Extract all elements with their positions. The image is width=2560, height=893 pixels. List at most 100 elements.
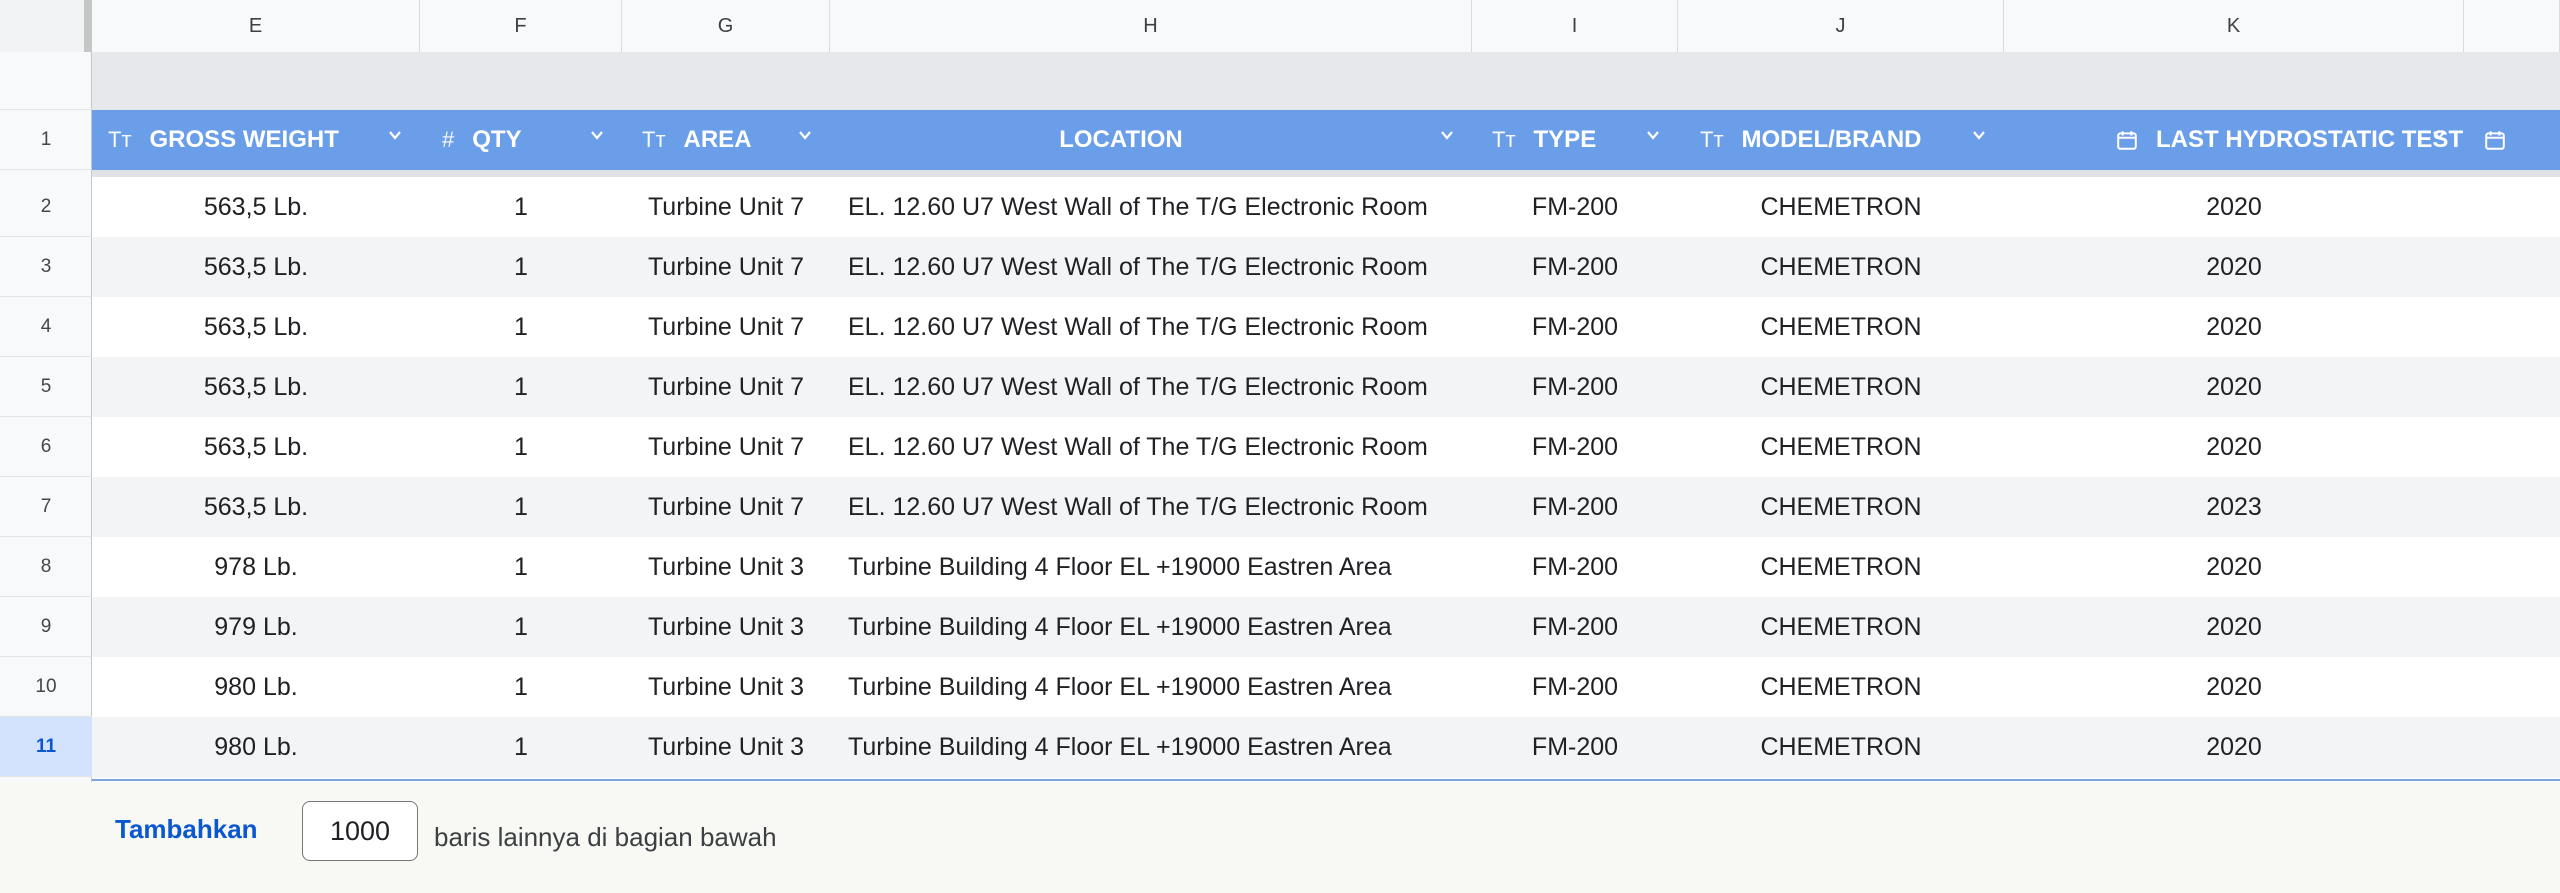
cell-model-brand[interactable]: CHEMETRON bbox=[1678, 237, 2004, 297]
header-gross-weight[interactable]: Tт GROSS WEIGHT bbox=[92, 110, 420, 170]
table-row[interactable]: 563,5 Lb. 1 Turbine Unit 7 EL. 12.60 U7 Wes… bbox=[92, 357, 2560, 417]
chevron-down-icon[interactable] bbox=[2432, 128, 2446, 142]
table-row[interactable]: 563,5 Lb. 1 Turbine Unit 7 EL. 12.60 U7 Wes… bbox=[92, 177, 2560, 237]
header-last-hydrostatic-test[interactable]: LAST HYDROSTATIC TEST bbox=[2004, 110, 2464, 170]
row-number[interactable]: 4 bbox=[0, 297, 92, 357]
row-number[interactable]: 3 bbox=[0, 237, 92, 297]
cell-last-hydrostatic-test[interactable]: 2020 bbox=[2004, 177, 2464, 237]
cell-location[interactable]: EL. 12.60 U7 West Wall of The T/G Electr… bbox=[830, 417, 1472, 477]
column-letter-k[interactable]: K bbox=[2004, 0, 2464, 52]
cell-type[interactable]: FM-200 bbox=[1472, 237, 1678, 297]
cell-area[interactable]: Turbine Unit 7 bbox=[622, 417, 830, 477]
header-qty[interactable]: # QTY bbox=[420, 110, 622, 170]
row-number[interactable]: 1 bbox=[0, 110, 92, 170]
table-row[interactable]: 978 Lb. 1 Turbine Unit 3 Turbine Building 4… bbox=[92, 537, 2560, 597]
column-letter-h[interactable]: H bbox=[830, 0, 1472, 52]
column-letter-g[interactable]: G bbox=[622, 0, 830, 52]
cell-area[interactable]: Turbine Unit 7 bbox=[622, 237, 830, 297]
column-letter-e[interactable]: E bbox=[92, 0, 420, 52]
cell-last-hydrostatic-test[interactable]: 2020 bbox=[2004, 657, 2464, 717]
cell-location[interactable]: Turbine Building 4 Floor EL +19000 Eastr… bbox=[830, 717, 1472, 777]
cell-gross-weight[interactable]: 978 Lb. bbox=[92, 537, 420, 597]
column-letter-j[interactable]: J bbox=[1678, 0, 2004, 52]
cell-qty[interactable]: 1 bbox=[420, 597, 622, 657]
cell-last-hydrostatic-test[interactable]: 2020 bbox=[2004, 357, 2464, 417]
cell-last-hydrostatic-test[interactable]: 2020 bbox=[2004, 597, 2464, 657]
table-row[interactable]: 980 Lb. 1 Turbine Unit 3 Turbine Building 4… bbox=[92, 717, 2560, 777]
cell-gross-weight[interactable]: 563,5 Lb. bbox=[92, 357, 420, 417]
cell-model-brand[interactable]: CHEMETRON bbox=[1678, 597, 2004, 657]
table-row[interactable]: 563,5 Lb. 1 Turbine Unit 7 EL. 12.60 U7 Wes… bbox=[92, 237, 2560, 297]
cell-location[interactable]: EL. 12.60 U7 West Wall of The T/G Electr… bbox=[830, 477, 1472, 537]
cell-area[interactable]: Turbine Unit 7 bbox=[622, 477, 830, 537]
cell-qty[interactable]: 1 bbox=[420, 717, 622, 777]
chevron-down-icon[interactable] bbox=[1972, 128, 1986, 142]
cell-type[interactable]: FM-200 bbox=[1472, 417, 1678, 477]
cell-qty[interactable]: 1 bbox=[420, 417, 622, 477]
cell-last-hydrostatic-test[interactable]: 2020 bbox=[2004, 237, 2464, 297]
row-number[interactable]: 10 bbox=[0, 657, 92, 717]
chevron-down-icon[interactable] bbox=[798, 128, 812, 142]
cell-gross-weight[interactable]: 980 Lb. bbox=[92, 657, 420, 717]
cell-last-hydrostatic-test[interactable]: 2020 bbox=[2004, 417, 2464, 477]
chevron-down-icon[interactable] bbox=[388, 128, 402, 142]
cell-model-brand[interactable]: CHEMETRON bbox=[1678, 417, 2004, 477]
cell-area[interactable]: Turbine Unit 3 bbox=[622, 537, 830, 597]
add-rows-button[interactable]: Tambahkan bbox=[115, 814, 258, 845]
cell-type[interactable]: FM-200 bbox=[1472, 357, 1678, 417]
column-letter-f[interactable]: F bbox=[420, 0, 622, 52]
chevron-down-icon[interactable] bbox=[1646, 128, 1660, 142]
table-row[interactable]: 563,5 Lb. 1 Turbine Unit 7 EL. 12.60 U7 Wes… bbox=[92, 477, 2560, 537]
cell-type[interactable]: FM-200 bbox=[1472, 597, 1678, 657]
cell-model-brand[interactable]: CHEMETRON bbox=[1678, 357, 2004, 417]
cell-type[interactable]: FM-200 bbox=[1472, 477, 1678, 537]
cell-qty[interactable]: 1 bbox=[420, 657, 622, 717]
cell-area[interactable]: Turbine Unit 3 bbox=[622, 657, 830, 717]
chevron-down-icon[interactable] bbox=[590, 128, 604, 142]
table-row[interactable]: 563,5 Lb. 1 Turbine Unit 7 EL. 12.60 U7 Wes… bbox=[92, 297, 2560, 357]
cell-model-brand[interactable]: CHEMETRON bbox=[1678, 297, 2004, 357]
cell-location[interactable]: EL. 12.60 U7 West Wall of The T/G Electr… bbox=[830, 237, 1472, 297]
cell-qty[interactable]: 1 bbox=[420, 177, 622, 237]
cell-gross-weight[interactable]: 563,5 Lb. bbox=[92, 417, 420, 477]
cell-qty[interactable]: 1 bbox=[420, 297, 622, 357]
cell-location[interactable]: EL. 12.60 U7 West Wall of The T/G Electr… bbox=[830, 297, 1472, 357]
table-row[interactable]: 563,5 Lb. 1 Turbine Unit 7 EL. 12.60 U7 Wes… bbox=[92, 417, 2560, 477]
row-number[interactable]: 6 bbox=[0, 417, 92, 477]
cell-area[interactable]: Turbine Unit 7 bbox=[622, 177, 830, 237]
table-row[interactable]: 980 Lb. 1 Turbine Unit 3 Turbine Building 4… bbox=[92, 657, 2560, 717]
row-number-blank[interactable] bbox=[0, 52, 92, 110]
cell-type[interactable]: FM-200 bbox=[1472, 177, 1678, 237]
cell-location[interactable]: Turbine Building 4 Floor EL +19000 Eastr… bbox=[830, 537, 1472, 597]
column-letter-next[interactable] bbox=[2464, 0, 2560, 52]
cell-last-hydrostatic-test[interactable]: 2020 bbox=[2004, 537, 2464, 597]
cell-type[interactable]: FM-200 bbox=[1472, 657, 1678, 717]
cell-area[interactable]: Turbine Unit 3 bbox=[622, 717, 830, 777]
header-area[interactable]: Tт AREA bbox=[622, 110, 830, 170]
column-letter-i[interactable]: I bbox=[1472, 0, 1678, 52]
chevron-down-icon[interactable] bbox=[1440, 128, 1454, 142]
cell-location[interactable]: Turbine Building 4 Floor EL +19000 Eastr… bbox=[830, 657, 1472, 717]
header-next-column[interactable] bbox=[2464, 110, 2560, 170]
cell-gross-weight[interactable]: 563,5 Lb. bbox=[92, 177, 420, 237]
cell-location[interactable]: Turbine Building 4 Floor EL +19000 Eastr… bbox=[830, 597, 1472, 657]
header-location[interactable]: LOCATION bbox=[830, 110, 1472, 170]
cell-gross-weight[interactable]: 563,5 Lb. bbox=[92, 237, 420, 297]
cell-type[interactable]: FM-200 bbox=[1472, 537, 1678, 597]
row-number[interactable]: 5 bbox=[0, 357, 92, 417]
cell-last-hydrostatic-test[interactable]: 2020 bbox=[2004, 297, 2464, 357]
cell-gross-weight[interactable]: 563,5 Lb. bbox=[92, 477, 420, 537]
cell-gross-weight[interactable]: 563,5 Lb. bbox=[92, 297, 420, 357]
cell-last-hydrostatic-test[interactable]: 2020 bbox=[2004, 717, 2464, 777]
header-type[interactable]: Tт TYPE bbox=[1472, 110, 1678, 170]
row-number[interactable]: 9 bbox=[0, 597, 92, 657]
add-rows-count-input[interactable] bbox=[302, 801, 418, 861]
cell-location[interactable]: EL. 12.60 U7 West Wall of The T/G Electr… bbox=[830, 357, 1472, 417]
row-number[interactable]: 8 bbox=[0, 537, 92, 597]
header-model-brand[interactable]: Tт MODEL/BRAND bbox=[1678, 110, 2004, 170]
cell-type[interactable]: FM-200 bbox=[1472, 297, 1678, 357]
table-row[interactable]: 979 Lb. 1 Turbine Unit 3 Turbine Building 4… bbox=[92, 597, 2560, 657]
cell-qty[interactable]: 1 bbox=[420, 537, 622, 597]
cell-gross-weight[interactable]: 979 Lb. bbox=[92, 597, 420, 657]
cell-model-brand[interactable]: CHEMETRON bbox=[1678, 537, 2004, 597]
